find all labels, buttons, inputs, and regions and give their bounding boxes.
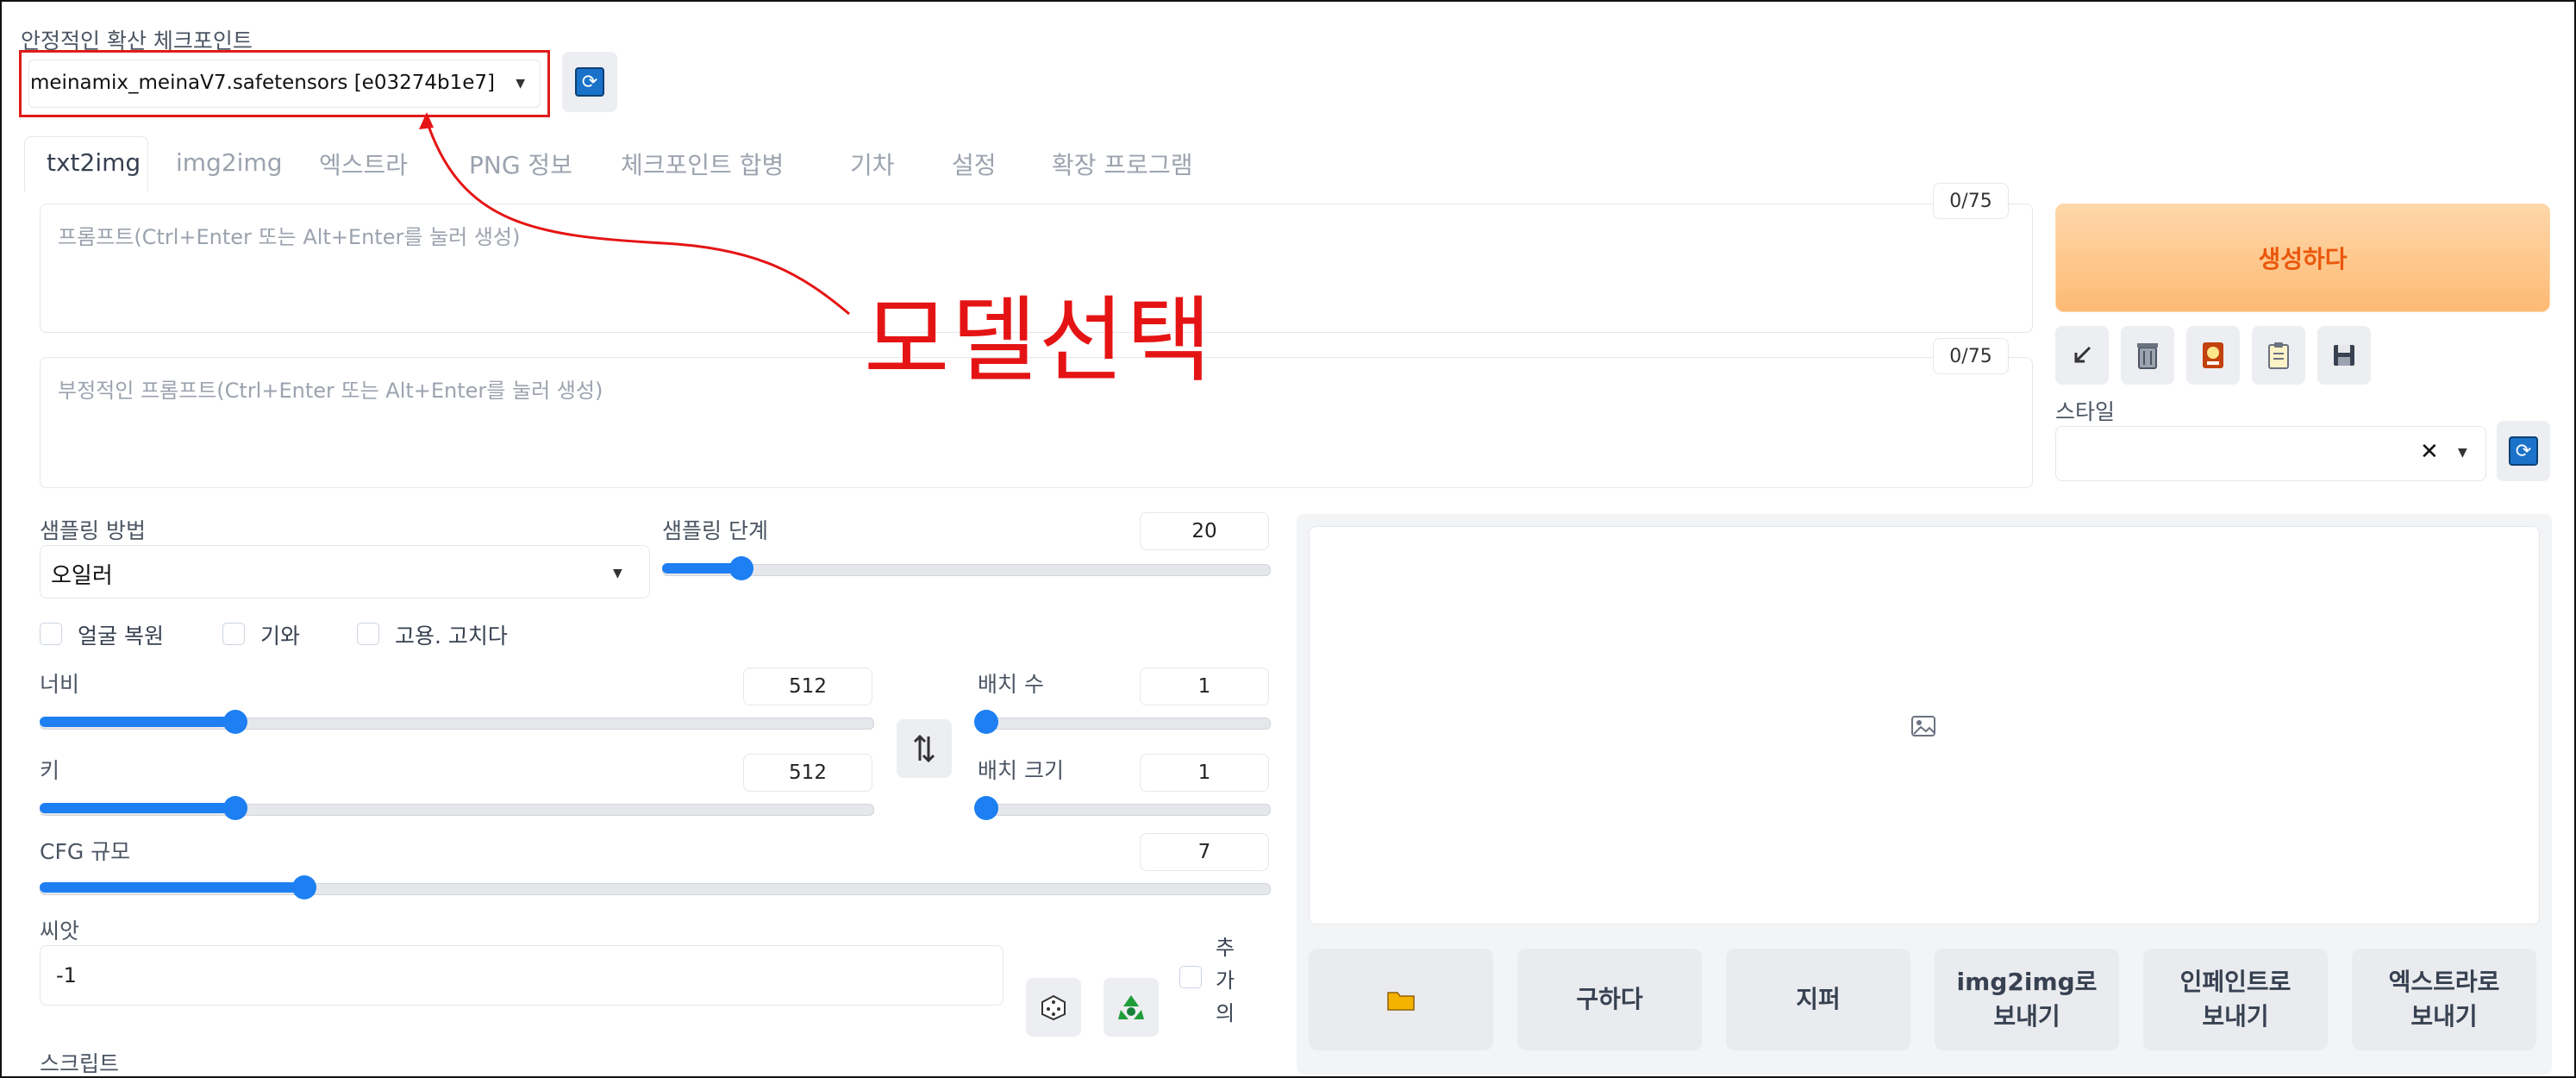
width-label: 너비 xyxy=(40,672,80,697)
styles-refresh-button[interactable]: ⟳ xyxy=(2497,421,2550,481)
sampler-value: 오일러 xyxy=(51,563,113,589)
restore-faces-checkbox[interactable] xyxy=(40,623,62,645)
extra-label-char: 가 xyxy=(1216,968,1235,993)
image-placeholder-icon xyxy=(1911,716,1935,736)
steps-number-input[interactable]: 20 xyxy=(1140,512,1269,550)
slider-thumb[interactable] xyxy=(292,875,316,899)
slider-thumb[interactable] xyxy=(223,796,247,820)
card-icon xyxy=(2203,342,2223,368)
batch-size-slider[interactable] xyxy=(974,796,1271,820)
slider-fill xyxy=(40,882,304,893)
steps-slider[interactable] xyxy=(662,556,1271,580)
swap-arrows-icon xyxy=(913,734,935,763)
batch-count-label: 배치 수 xyxy=(978,672,1044,697)
extra-networks-button[interactable] xyxy=(2186,326,2240,385)
tiling-label: 기와 xyxy=(260,624,301,649)
styles-label: 스타일 xyxy=(2055,399,2116,424)
width-slider[interactable] xyxy=(40,710,874,734)
folder-icon xyxy=(1387,992,1415,1011)
styles-dropdown[interactable]: ✕ ▼ xyxy=(2055,426,2486,481)
send-to-inpaint-button[interactable]: 인페인트로 보내기 xyxy=(2143,949,2328,1050)
slider-thumb[interactable] xyxy=(223,710,247,734)
clear-prompt-button[interactable] xyxy=(2121,326,2174,385)
reuse-seed-button[interactable] xyxy=(1104,978,1159,1037)
batch-count-slider[interactable] xyxy=(974,710,1271,734)
batch-size-number-input[interactable]: 1 xyxy=(1140,754,1269,792)
slider-track xyxy=(978,718,1271,730)
chevron-down-icon: ▼ xyxy=(613,567,622,580)
annotation-text: 모델선택 xyxy=(864,287,1214,395)
hires-fix-label: 고용. 고치다 xyxy=(395,624,508,649)
output-image-area[interactable] xyxy=(1309,526,2540,924)
dice-icon xyxy=(1041,994,1066,1021)
cfg-number-input[interactable]: 7 xyxy=(1140,833,1269,871)
restore-faces-label: 얼굴 복원 xyxy=(78,624,164,649)
trash-icon xyxy=(2137,343,2158,369)
height-number-input[interactable]: 512 xyxy=(743,754,872,792)
seed-input[interactable]: -1 xyxy=(40,945,1004,1006)
slider-fill xyxy=(40,717,235,727)
apply-style-button[interactable] xyxy=(2252,326,2305,385)
seed-label: 씨앗 xyxy=(40,918,80,943)
slider-thumb[interactable] xyxy=(974,796,998,820)
recycle-icon xyxy=(1118,995,1144,1019)
read-params-button[interactable] xyxy=(2055,326,2109,385)
slider-track xyxy=(978,804,1271,816)
extra-seed-label: 추 가 의 xyxy=(1216,931,1235,1030)
generate-button[interactable]: 생성하다 xyxy=(2055,204,2550,312)
seed-value: -1 xyxy=(56,963,77,987)
send-to-extras-button[interactable]: 엑스트라로 보내기 xyxy=(2352,949,2536,1050)
height-slider[interactable] xyxy=(40,796,874,820)
cfg-label: CFG 규모 xyxy=(40,839,131,864)
slider-track xyxy=(662,564,1271,576)
steps-label: 샘플링 단계 xyxy=(662,518,768,543)
cfg-slider[interactable] xyxy=(40,875,1271,899)
swap-dimensions-button[interactable] xyxy=(897,719,952,778)
sampler-label: 샘플링 방법 xyxy=(40,518,146,543)
extra-seed-checkbox[interactable] xyxy=(1179,966,1202,988)
save-button[interactable]: 구하다 xyxy=(1517,949,1702,1050)
batch-count-number-input[interactable]: 1 xyxy=(1140,667,1269,705)
clipboard-icon xyxy=(2268,342,2289,369)
save-style-button[interactable] xyxy=(2317,326,2371,385)
batch-size-label: 배치 크기 xyxy=(978,758,1064,783)
slider-fill xyxy=(40,803,235,813)
random-seed-button[interactable] xyxy=(1026,978,1081,1037)
tiling-checkbox[interactable] xyxy=(222,623,245,645)
refresh-icon: ⟳ xyxy=(2509,436,2538,466)
extra-label-char: 추 xyxy=(1216,936,1235,960)
chevron-down-icon: ▼ xyxy=(2458,446,2467,460)
zip-button[interactable]: 지퍼 xyxy=(1726,949,1910,1050)
send-to-img2img-button[interactable]: img2img로 보내기 xyxy=(1935,949,2119,1050)
sampler-dropdown[interactable]: 오일러 ▼ xyxy=(40,545,650,599)
slider-thumb[interactable] xyxy=(974,710,998,734)
hires-fix-checkbox[interactable] xyxy=(357,623,379,645)
clear-icon[interactable]: ✕ xyxy=(2420,439,2439,465)
width-number-input[interactable]: 512 xyxy=(743,667,872,705)
extra-label-char: 의 xyxy=(1216,1001,1235,1025)
arrow-icon xyxy=(2074,346,2091,363)
open-folder-button[interactable] xyxy=(1309,949,1493,1050)
height-label: 키 xyxy=(40,758,60,783)
slider-thumb[interactable] xyxy=(729,556,753,580)
script-label: 스크립트 xyxy=(40,1051,120,1076)
save-icon xyxy=(2334,345,2354,366)
